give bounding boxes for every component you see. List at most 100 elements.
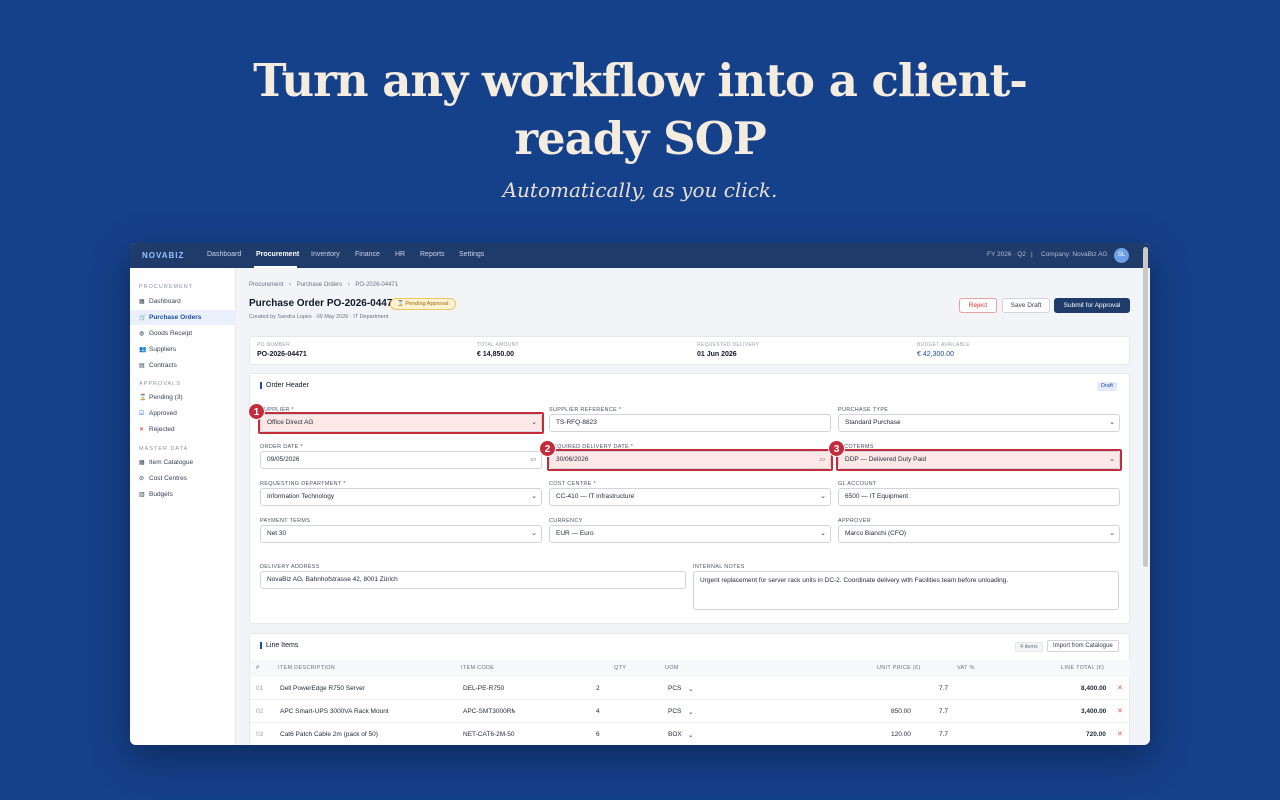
delete-row-icon[interactable]: ✕ xyxy=(1117,684,1123,692)
cost-centre-select[interactable]: CC-410 — IT Infrastructure ⌄ xyxy=(549,488,831,506)
user-avatar[interactable]: SL xyxy=(1114,248,1129,263)
summary-budget-available: BUDGET AVAILABLE € 42,300.00 xyxy=(917,342,970,358)
breadcrumb-procurement[interactable]: Procurement xyxy=(249,282,283,288)
fiscal-period[interactable]: FY 2026 · Q2 xyxy=(987,251,1026,258)
row-number: 01 xyxy=(256,685,264,692)
company-selector[interactable]: Company: NovaBiz AG xyxy=(1041,251,1107,258)
sidebar-item-budgets[interactable]: ▥ Budgets xyxy=(130,487,236,502)
req-dept-value: Information Technology xyxy=(267,493,335,500)
brand-logo: NOVABIZ xyxy=(142,251,185,260)
sidebar-item-label: Dashboard xyxy=(149,298,181,305)
payment-terms-value: Net 30 xyxy=(267,530,287,537)
row-item-code[interactable]: DEL-PE-R750 xyxy=(463,685,515,692)
nav-dashboard[interactable]: Dashboard xyxy=(207,251,241,258)
approver-select[interactable]: Marco Bianchi (CFO) ⌄ xyxy=(838,525,1120,543)
nav-inventory[interactable]: Inventory xyxy=(311,251,340,258)
reject-button[interactable]: Reject xyxy=(959,298,997,313)
table-header: # ITEM DESCRIPTION ITEM CODE QTY UOM UNI… xyxy=(250,660,1130,677)
currency-select[interactable]: EUR — Euro ⌄ xyxy=(549,525,831,543)
items-count-badge: 4 items xyxy=(1015,642,1043,652)
summary-po-number: PO NUMBER PO-2026-04471 xyxy=(257,342,307,358)
row-description[interactable]: Dell PowerEdge R750 Server xyxy=(280,685,365,692)
top-nav: NOVABIZ Dashboard Procurement Inventory … xyxy=(130,243,1150,268)
nav-finance[interactable]: Finance xyxy=(355,251,380,258)
delete-row-icon[interactable]: ✕ xyxy=(1117,730,1123,738)
purchase-type-label: PURCHASE TYPE xyxy=(838,407,889,413)
row-uom[interactable]: PCS xyxy=(668,685,681,692)
breadcrumb: Procurement › Purchase Orders › PO-2026-… xyxy=(249,282,402,288)
nav-settings[interactable]: Settings xyxy=(459,251,484,258)
row-qty[interactable]: 4 xyxy=(596,708,600,715)
cost-centre-value: CC-410 — IT Infrastructure xyxy=(556,493,635,500)
chevron-down-icon: ⌄ xyxy=(531,530,537,537)
sidebar-item-label: Rejected xyxy=(149,426,175,433)
col-number: # xyxy=(256,665,260,671)
chevron-down-icon[interactable]: ⌄ xyxy=(688,708,693,716)
row-vat[interactable]: 7.7 xyxy=(939,685,948,692)
chevron-down-icon: ⌄ xyxy=(1109,419,1115,426)
sidebar-item-goods-receipt[interactable]: ◍ Goods Receipt xyxy=(130,326,236,341)
sidebar-item-rejected[interactable]: ✕ Rejected xyxy=(130,422,236,437)
delivery-address-input[interactable]: NovaBiz AG, Bahnhofstrasse 42, 8001 Züri… xyxy=(260,571,686,589)
nav-reports[interactable]: Reports xyxy=(420,251,445,258)
row-item-code[interactable]: NET-CAT6-2M-50 xyxy=(463,731,515,738)
purchase-type-select[interactable]: Standard Purchase ⌄ xyxy=(838,414,1120,432)
save-draft-button[interactable]: Save Draft xyxy=(1002,298,1050,313)
internal-notes-textarea[interactable]: Urgent replacement for server rack units… xyxy=(693,571,1119,610)
sidebar-item-label: Item Catalogue xyxy=(149,459,194,466)
summary-label: REQUESTED DELIVERY xyxy=(697,342,760,348)
sidebar-item-label: Cost Centres xyxy=(149,475,187,482)
chevron-down-icon[interactable]: ⌄ xyxy=(688,731,693,739)
sidebar-item-approved[interactable]: ☑ Approved xyxy=(130,406,236,421)
sidebar-item-dashboard[interactable]: ▦ Dashboard xyxy=(130,294,236,309)
highlight-box-3 xyxy=(836,449,1122,471)
summary-value: PO-2026-04471 xyxy=(257,351,307,358)
chevron-down-icon: ⌄ xyxy=(531,493,537,500)
payment-terms-label: PAYMENT TERMS xyxy=(260,518,311,524)
order-date-input[interactable]: 09/05/2026 ▭ xyxy=(260,451,542,469)
summary-total-amount: TOTAL AMOUNT € 14,850.00 xyxy=(477,342,519,358)
row-item-code[interactable]: APC-SMT3000RM xyxy=(463,708,515,715)
row-description[interactable]: Cat6 Patch Cable 2m (pack of 50) xyxy=(280,731,378,738)
row-qty[interactable]: 6 xyxy=(596,731,600,738)
tag-icon: ⊘ xyxy=(139,476,145,482)
row-vat[interactable]: 7.7 xyxy=(939,731,948,738)
chevron-down-icon: ⌄ xyxy=(820,530,826,537)
row-uom[interactable]: BOX xyxy=(668,731,682,738)
row-unit-price[interactable]: 850.00 xyxy=(891,708,911,715)
sidebar-item-contracts[interactable]: ▤ Contracts xyxy=(130,358,236,373)
delete-row-icon[interactable]: ✕ xyxy=(1117,707,1123,715)
scrollbar[interactable] xyxy=(1143,247,1148,567)
sidebar-item-cost-centres[interactable]: ⊘ Cost Centres xyxy=(130,471,236,486)
nav-hr[interactable]: HR xyxy=(395,251,405,258)
row-uom[interactable]: PCS xyxy=(668,708,681,715)
purchase-type-value: Standard Purchase xyxy=(845,419,901,426)
cost-centre-label: COST CENTRE * xyxy=(549,481,596,487)
sidebar-item-label: Contracts xyxy=(149,362,177,369)
x-icon: ✕ xyxy=(139,427,145,433)
row-qty[interactable]: 2 xyxy=(596,685,600,692)
row-unit-price[interactable]: 120.00 xyxy=(891,731,911,738)
sidebar-item-item-catalogue[interactable]: ▦ Item Catalogue xyxy=(130,455,236,470)
payment-terms-select[interactable]: Net 30 ⌄ xyxy=(260,525,542,543)
req-dept-select[interactable]: Information Technology ⌄ xyxy=(260,488,542,506)
sidebar-item-pending[interactable]: ⌛ Pending (3) xyxy=(130,390,236,405)
dashboard-icon: ▦ xyxy=(139,299,145,305)
row-description[interactable]: APC Smart-UPS 3000VA Rack Mount xyxy=(280,708,389,715)
calendar-icon[interactable]: ▭ xyxy=(530,452,536,468)
gl-account-input[interactable]: 6500 — IT Equipment xyxy=(838,488,1120,506)
chevron-down-icon: ⌄ xyxy=(1109,530,1115,537)
sidebar-item-suppliers[interactable]: 👥 Suppliers xyxy=(130,342,236,357)
supplier-ref-input[interactable]: TS-RFQ-8823 xyxy=(549,414,831,432)
sidebar-item-purchase-orders[interactable]: 🛒 Purchase Orders xyxy=(130,310,236,325)
table-row: 02 APC Smart-UPS 3000VA Rack Mount APC-S… xyxy=(250,700,1130,723)
chevron-down-icon[interactable]: ⌄ xyxy=(688,685,693,693)
breadcrumb-purchase-orders[interactable]: Purchase Orders xyxy=(297,282,342,288)
summary-value: € 42,300.00 xyxy=(917,351,954,358)
nav-procurement[interactable]: Procurement xyxy=(256,251,299,258)
import-from-catalogue-button[interactable]: Import from Catalogue xyxy=(1047,640,1119,652)
supplier-ref-label: SUPPLIER REFERENCE * xyxy=(549,407,622,413)
step-marker-2: 2 xyxy=(539,440,556,457)
submit-for-approval-button[interactable]: Submit for Approval xyxy=(1054,298,1130,313)
row-vat[interactable]: 7.7 xyxy=(939,708,948,715)
